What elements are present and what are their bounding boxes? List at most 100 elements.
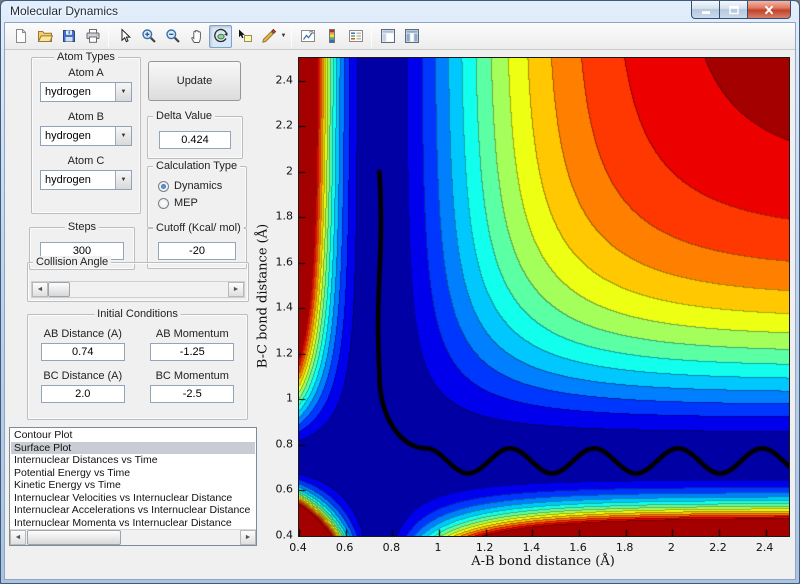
x-tick-label: 0.8 [382, 541, 401, 554]
new-figure-button[interactable] [9, 25, 32, 48]
figure-area: Atom Types Atom A hydrogen ▼ Atom B hydr… [5, 50, 795, 579]
scrollbar-left-arrow[interactable]: ◄ [10, 530, 26, 545]
x-axis-label: A-B bond distance (Å) [471, 554, 615, 569]
link-plot-button[interactable] [296, 25, 319, 48]
ab-momentum-input[interactable] [150, 343, 235, 361]
list-item[interactable]: Internuclear Accelerations vs Internucle… [11, 504, 255, 517]
x-tick-label: 1.6 [569, 541, 587, 554]
panel-title: Delta Value [153, 110, 216, 122]
update-button[interactable]: Update [148, 61, 241, 101]
panel-title: Initial Conditions [94, 308, 181, 320]
print-figure-button[interactable] [81, 25, 104, 48]
atom-c-select[interactable]: hydrogen ▼ [40, 170, 132, 190]
open-file-button[interactable] [33, 25, 56, 48]
bc-distance-input[interactable] [40, 385, 125, 403]
slider-right-arrow[interactable]: ► [228, 282, 244, 297]
show-plot-tools-button[interactable] [400, 25, 423, 48]
ab-distance-input[interactable] [40, 343, 125, 361]
slider-left-arrow[interactable]: ◄ [32, 282, 48, 297]
rotate-3d-button[interactable] [209, 24, 232, 48]
zoom-out-button[interactable] [161, 25, 184, 48]
plot-type-listbox[interactable]: Contour Plot Surface Plot Internuclear Dis… [9, 427, 257, 546]
panel-title: Atom Types [54, 51, 118, 63]
insert-legend-button[interactable] [344, 25, 367, 48]
ab-distance-label: AB Distance (A) [43, 328, 122, 340]
data-cursor-button[interactable] [233, 25, 256, 48]
list-item[interactable]: Potential Energy vs Time [11, 467, 255, 480]
zoom-in-icon [141, 29, 156, 43]
hide-plot-tools-button[interactable] [376, 25, 399, 48]
collision-angle-slider[interactable]: ◄ ► [31, 281, 245, 298]
atom-c-value: hydrogen [45, 174, 91, 186]
bc-momentum-input[interactable] [150, 385, 235, 403]
atom-a-value: hydrogen [45, 86, 91, 98]
open-file-icon [37, 31, 53, 42]
window-title: Molecular Dynamics [10, 4, 119, 18]
pan-button[interactable] [185, 25, 208, 48]
slider-thumb[interactable] [48, 282, 70, 297]
scrollbar-track[interactable] [26, 530, 240, 545]
list-item[interactable]: Internuclear Momenta vs Internuclear Dis… [11, 517, 255, 529]
toolbar-separator [108, 25, 109, 47]
brush-data-button[interactable] [257, 25, 280, 48]
mep-radio[interactable]: MEP [158, 197, 246, 209]
y-tick-label: 2.2 [275, 118, 294, 132]
scrollbar-thumb[interactable] [27, 530, 122, 545]
title-bar[interactable]: Molecular Dynamics [1, 1, 799, 22]
brush-data-icon [261, 28, 276, 43]
listbox-hscrollbar[interactable]: ◄ ► [10, 529, 256, 545]
list-item[interactable]: Kinetic Energy vs Time [11, 479, 255, 492]
chevron-down-icon[interactable]: ▼ [115, 83, 131, 101]
print-figure-icon [86, 29, 99, 43]
toolbar-separator [291, 25, 292, 47]
close-button[interactable] [747, 1, 791, 19]
show-plot-tools-icon [404, 29, 419, 43]
dropdown-caret-icon[interactable]: ▼ [280, 33, 287, 39]
minimize-button[interactable] [691, 1, 720, 19]
ab-momentum-label: AB Momentum [155, 328, 229, 340]
bc-momentum-label: BC Momentum [155, 370, 229, 382]
atom-a-select[interactable]: hydrogen ▼ [40, 82, 132, 102]
link-plot-icon [300, 30, 315, 42]
chevron-down-icon[interactable]: ▼ [115, 127, 131, 145]
potential-energy-contour-plot[interactable] [298, 57, 790, 537]
edit-plot-button[interactable] [113, 25, 136, 48]
toolbar: ▼ [5, 23, 795, 50]
mep-radio-label: MEP [174, 197, 198, 209]
x-tick-label: 1.4 [522, 541, 541, 554]
radio-button-icon[interactable] [158, 180, 169, 192]
slider-track[interactable] [48, 282, 228, 297]
figure-window-content: ▼ Atom Types Atom A hydrogen ▼ Atom B hy… [4, 22, 796, 580]
y-tick-label: 1.8 [275, 209, 294, 223]
panel-title: Calculation Type [153, 160, 241, 172]
list-item[interactable]: Internuclear Velocities vs Internuclear … [11, 492, 255, 505]
cutoff-input[interactable] [158, 242, 236, 260]
scrollbar-right-arrow[interactable]: ► [240, 530, 256, 545]
atom-b-select[interactable]: hydrogen ▼ [40, 126, 132, 146]
list-item[interactable]: Internuclear Distances vs Time [11, 454, 255, 467]
x-tick-label: 1 [434, 541, 442, 554]
radio-button-icon[interactable] [158, 197, 169, 209]
initial-conditions-panel: Initial Conditions AB Distance (A) AB Mo… [27, 308, 248, 420]
insert-colorbar-icon [328, 29, 335, 43]
x-tick-label: 1.8 [615, 541, 634, 554]
insert-colorbar-button[interactable] [320, 25, 343, 48]
atom-b-label: Atom B [67, 111, 105, 123]
chevron-down-icon[interactable]: ▼ [115, 171, 131, 189]
x-tick-label: 0.4 [289, 541, 307, 554]
y-tick-label: 2 [286, 164, 293, 178]
x-tick-label: 0.6 [335, 541, 354, 554]
calculation-type-panel: Calculation Type Dynamics MEP [147, 160, 247, 228]
x-tick-label: 1.2 [475, 541, 494, 554]
dynamics-radio-label: Dynamics [174, 180, 223, 192]
minimize-icon [701, 10, 710, 14]
maximize-button[interactable] [720, 1, 747, 19]
y-tick-label: 0.6 [275, 482, 294, 496]
x-tick-label: 2 [667, 541, 675, 554]
list-item[interactable]: Surface Plot [11, 441, 255, 454]
dynamics-radio[interactable]: Dynamics [158, 180, 246, 192]
zoom-in-button[interactable] [137, 25, 160, 48]
save-figure-button[interactable] [57, 25, 80, 48]
list-item[interactable]: Contour Plot [11, 429, 255, 442]
delta-value-input[interactable] [159, 131, 231, 149]
